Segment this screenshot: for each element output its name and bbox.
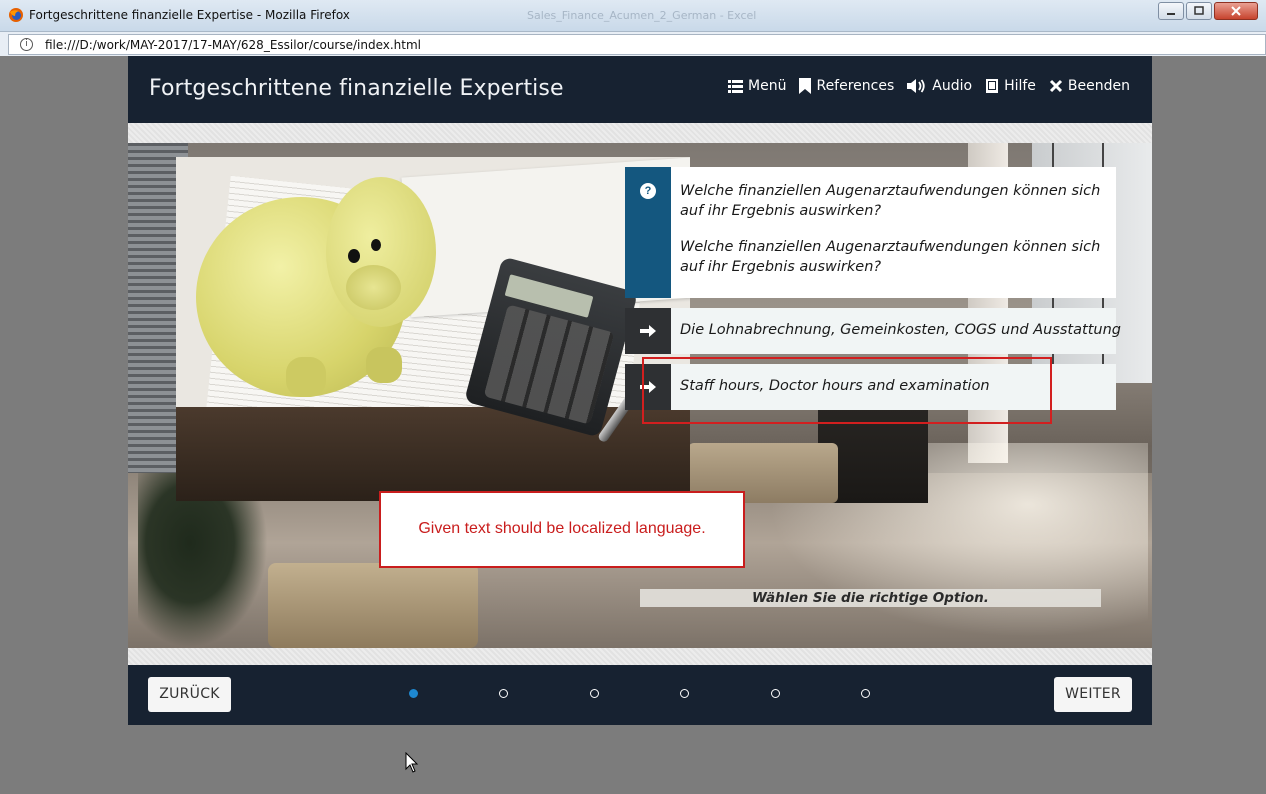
- course-header: Fortgeschrittene finanzielle Expertise M…: [128, 56, 1152, 123]
- page-dot-2[interactable]: [499, 689, 508, 698]
- nav-references[interactable]: References: [799, 78, 894, 94]
- page-dot-5[interactable]: [771, 689, 780, 698]
- bookmark-icon: [799, 78, 812, 94]
- answer-option-2[interactable]: Staff hours, Doctor hours and examinatio…: [625, 364, 1116, 410]
- address-bar: i file:///D:/work/MAY-2017/17-MAY/628_Es…: [0, 32, 1266, 56]
- url-field[interactable]: i file:///D:/work/MAY-2017/17-MAY/628_Es…: [8, 34, 1266, 55]
- url-text: file:///D:/work/MAY-2017/17-MAY/628_Essi…: [45, 38, 422, 52]
- close-icon: [1049, 79, 1062, 93]
- mouse-cursor-icon: [405, 752, 419, 773]
- browser-titlebar: Fortgeschrittene finanzielle Expertise -…: [0, 0, 1266, 32]
- menu-icon: [728, 79, 744, 93]
- review-comment: Given text should be localized language.: [379, 491, 745, 568]
- maximize-button[interactable]: [1186, 2, 1212, 20]
- question-icon: ?: [640, 183, 656, 199]
- nav-help[interactable]: Hilfe: [985, 78, 1036, 94]
- option-label: Staff hours, Doctor hours and examinatio…: [680, 378, 990, 394]
- course-title: Fortgeschrittene finanzielle Expertise: [149, 76, 564, 101]
- question-text: Welche finanziellen Augenarztaufwendunge…: [680, 181, 1105, 277]
- option-arrow-bar: [625, 364, 671, 410]
- page-dot-6[interactable]: [861, 689, 870, 698]
- nav-exit-label: Beenden: [1067, 78, 1130, 94]
- piggy-bank-snout: [346, 265, 401, 310]
- piggy-bank-leg: [286, 357, 326, 397]
- page-dot-1[interactable]: [409, 689, 418, 698]
- back-button[interactable]: ZURÜCK: [148, 677, 231, 712]
- answer-option-1[interactable]: Die Lohnabrechnung, Gemeinkosten, COGS u…: [625, 308, 1121, 354]
- course-footer: ZURÜCK WEITER: [128, 665, 1152, 725]
- nav-exit[interactable]: Beenden: [1049, 78, 1130, 94]
- minimize-icon: [1167, 13, 1175, 15]
- info-icon[interactable]: i: [20, 38, 33, 51]
- piggy-bank-eye: [348, 249, 360, 263]
- lounge-sofa: [268, 563, 478, 648]
- nav-audio-label: Audio: [932, 78, 973, 94]
- arrow-right-icon: [640, 325, 656, 337]
- page-dot-4[interactable]: [680, 689, 689, 698]
- option-arrow-bar: [625, 308, 671, 354]
- nav-menu-label: Menü: [748, 78, 787, 94]
- instruction-text: Wählen Sie die richtige Option.: [640, 589, 1101, 607]
- piggy-bank-leg: [366, 347, 402, 383]
- book-icon: [986, 79, 999, 93]
- option-label: Die Lohnabrechnung, Gemeinkosten, COGS u…: [680, 322, 1121, 338]
- nav-menu[interactable]: Menü: [728, 78, 786, 94]
- page-dot-3[interactable]: [590, 689, 599, 698]
- firefox-icon: [9, 8, 23, 22]
- window-title: Fortgeschrittene finanzielle Expertise -…: [29, 8, 350, 22]
- question-icon-bar: ?: [625, 167, 671, 298]
- arrow-right-icon: [640, 381, 656, 393]
- background-scene: ? Welche finanziellen Augenarztaufwendun…: [128, 143, 1152, 648]
- divider-top: [128, 123, 1152, 143]
- close-window-button[interactable]: [1214, 2, 1258, 20]
- question-line: Welche finanziellen Augenarztaufwendunge…: [680, 239, 1101, 275]
- course-frame: Fortgeschrittene finanzielle Expertise M…: [128, 56, 1152, 725]
- divider-bottom: [128, 648, 1152, 665]
- background-window-title: Sales_Finance_Acumen_2_German - Excel: [527, 9, 757, 22]
- nav-references-label: References: [816, 78, 895, 94]
- nav-audio[interactable]: Audio: [907, 78, 972, 94]
- piggy-bank-eye: [371, 239, 381, 251]
- question-line: Welche finanziellen Augenarztaufwendunge…: [680, 183, 1101, 219]
- nav-help-label: Hilfe: [1004, 78, 1036, 94]
- piggy-bank-photo: [176, 157, 690, 501]
- top-nav: Menü References Audio Hilfe Beenden: [728, 78, 1130, 94]
- next-button[interactable]: WEITER: [1054, 677, 1132, 712]
- speaker-icon: [907, 79, 925, 93]
- review-comment-text: Given text should be localized language.: [418, 520, 706, 537]
- maximize-icon: [1194, 6, 1204, 15]
- close-window-icon: [1231, 6, 1241, 16]
- minimize-button[interactable]: [1158, 2, 1184, 20]
- question-box: ? Welche finanziellen Augenarztaufwendun…: [625, 167, 1116, 298]
